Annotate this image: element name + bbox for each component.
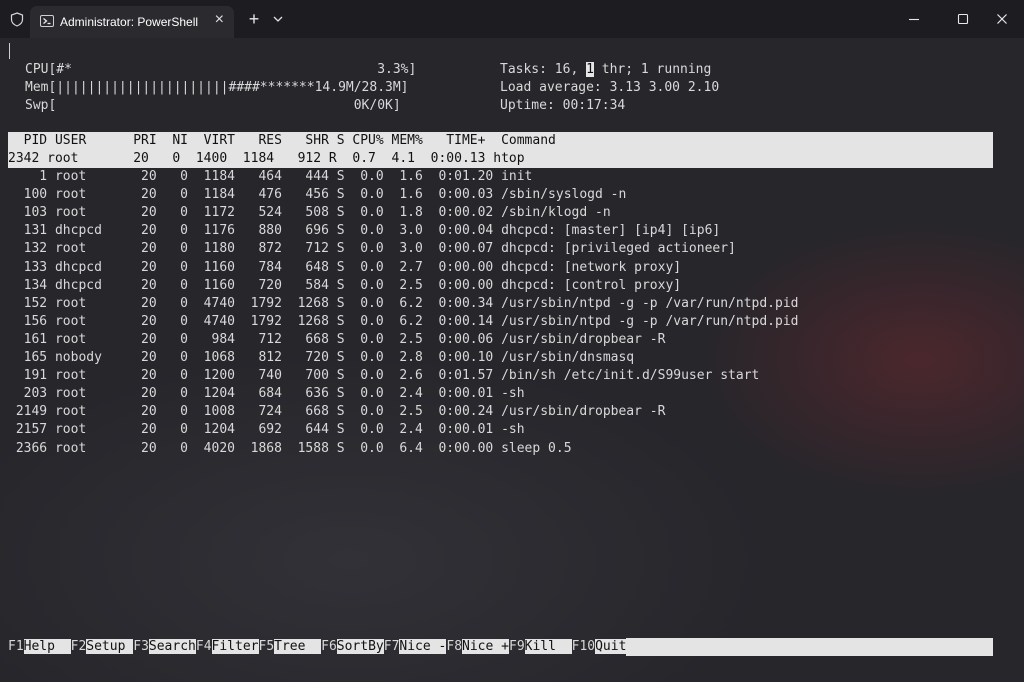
- fkey-f7: F7: [383, 639, 400, 654]
- process-list[interactable]: 2342 root 20 0 1400 1184 912 R 0.7 4.1 0…: [8, 150, 799, 458]
- mem-meter: Mem[||||||||||||||||||||||####*******14.…: [25, 80, 409, 95]
- fkey-f6: F6: [321, 639, 337, 654]
- fkey-f3-label[interactable]: Search: [148, 639, 196, 654]
- text-cursor: [9, 43, 10, 59]
- process-row[interactable]: 131 dhcpcd 20 0 1176 880 696 S 0.0 3.0 0…: [8, 222, 799, 240]
- close-icon[interactable]: ×: [215, 11, 224, 29]
- process-row[interactable]: 1 root 20 0 1184 464 444 S 0.0 1.6 0:01.…: [8, 168, 799, 186]
- process-row[interactable]: 161 root 20 0 984 712 668 S 0.0 2.5 0:00…: [8, 331, 799, 349]
- process-row[interactable]: 191 root 20 0 1200 740 700 S 0.0 2.6 0:0…: [8, 367, 799, 385]
- fkey-f5-label[interactable]: Tree: [274, 639, 322, 654]
- fkey-f8-label[interactable]: Nice +: [462, 639, 509, 654]
- fkey-f7-label[interactable]: Nice -: [399, 639, 447, 654]
- shield-icon: [10, 12, 24, 27]
- title-bar: Administrator: PowerShell × +: [0, 0, 1024, 38]
- process-row[interactable]: 134 dhcpcd 20 0 1160 720 584 S 0.0 2.5 0…: [8, 277, 799, 295]
- cpu-meter: CPU[#* 3.3%]: [25, 62, 417, 77]
- fkey-f4: F4: [195, 639, 212, 654]
- tasks-cursor-highlight: 1: [586, 62, 594, 77]
- process-row[interactable]: 132 root 20 0 1180 872 712 S 0.0 3.0 0:0…: [8, 240, 799, 258]
- process-row[interactable]: 152 root 20 0 4740 1792 1268 S 0.0 6.2 0…: [8, 295, 799, 313]
- tasks-suffix: thr; 1 running: [593, 62, 712, 77]
- maximize-icon[interactable]: [955, 11, 971, 27]
- close-icon[interactable]: [994, 11, 1010, 27]
- process-row[interactable]: 2157 root 20 0 1204 692 644 S 0.0 2.4 0:…: [8, 421, 799, 439]
- plus-icon[interactable]: +: [243, 8, 265, 30]
- function-key-bar: F1Help F2Setup F3SearchF4FilterF5Tree F6…: [8, 638, 993, 656]
- process-row[interactable]: 103 root 20 0 1172 524 508 S 0.0 1.8 0:0…: [8, 204, 799, 222]
- fkey-f9: F9: [509, 639, 525, 654]
- process-row[interactable]: 100 root 20 0 1184 476 456 S 0.0 1.6 0:0…: [8, 186, 799, 204]
- uptime: Uptime: 00:17:34: [500, 98, 626, 113]
- powershell-window: Administrator: PowerShell × + CPU[#* 3.3…: [0, 0, 1024, 682]
- process-row[interactable]: 133 dhcpcd 20 0 1160 784 648 S 0.0 2.7 0…: [8, 259, 799, 277]
- function-bar-filler: [626, 638, 993, 656]
- minimize-icon[interactable]: [906, 11, 922, 27]
- chevron-down-icon[interactable]: [272, 14, 284, 24]
- fkey-f10-label[interactable]: Quit: [595, 639, 627, 654]
- fkey-f3: F3: [133, 639, 149, 654]
- tab-title: Administrator: PowerShell: [60, 15, 199, 29]
- process-row[interactable]: 203 root 20 0 1204 684 636 S 0.0 2.4 0:0…: [8, 385, 799, 403]
- fkey-f2-label[interactable]: Setup: [86, 639, 134, 654]
- fkey-f10: F10: [571, 639, 596, 654]
- process-row[interactable]: 2149 root 20 0 1008 724 668 S 0.0 2.5 0:…: [8, 403, 799, 421]
- process-row[interactable]: 156 root 20 0 4740 1792 1268 S 0.0 6.2 0…: [8, 313, 799, 331]
- fkey-f1-label[interactable]: Help: [23, 639, 71, 654]
- swp-meter: Swp[ 0K/0K]: [25, 98, 401, 113]
- process-row[interactable]: 2342 root 20 0 1400 1184 912 R 0.7 4.1 0…: [8, 150, 799, 168]
- fkey-f1: F1: [8, 639, 24, 654]
- process-row[interactable]: 2366 root 20 0 4020 1868 1588 S 0.0 6.4 …: [8, 440, 799, 458]
- fkey-f6-label[interactable]: SortBy: [336, 639, 384, 654]
- fkey-f9-label[interactable]: Kill: [524, 639, 572, 654]
- process-table-header[interactable]: PID USER PRI NI VIRT RES SHR S CPU% MEM%…: [8, 132, 993, 150]
- tasks-summary: Tasks: 16, 1 thr; 1 running: [500, 61, 711, 79]
- terminal-area[interactable]: CPU[#* 3.3%] Mem[||||||||||||||||||||||#…: [8, 40, 1008, 670]
- fkey-f8: F8: [446, 639, 463, 654]
- powershell-icon: [40, 15, 54, 27]
- tasks-prefix: Tasks: 16,: [500, 62, 587, 77]
- tab-powershell[interactable]: Administrator: PowerShell ×: [30, 6, 234, 38]
- fkey-f2: F2: [70, 639, 87, 654]
- fkey-f5: F5: [258, 639, 275, 654]
- load-average: Load average: 3.13 3.00 2.10: [500, 80, 720, 95]
- fkey-f4-label[interactable]: Filter: [211, 639, 259, 654]
- process-row[interactable]: 165 nobody 20 0 1068 812 720 S 0.0 2.8 0…: [8, 349, 799, 367]
